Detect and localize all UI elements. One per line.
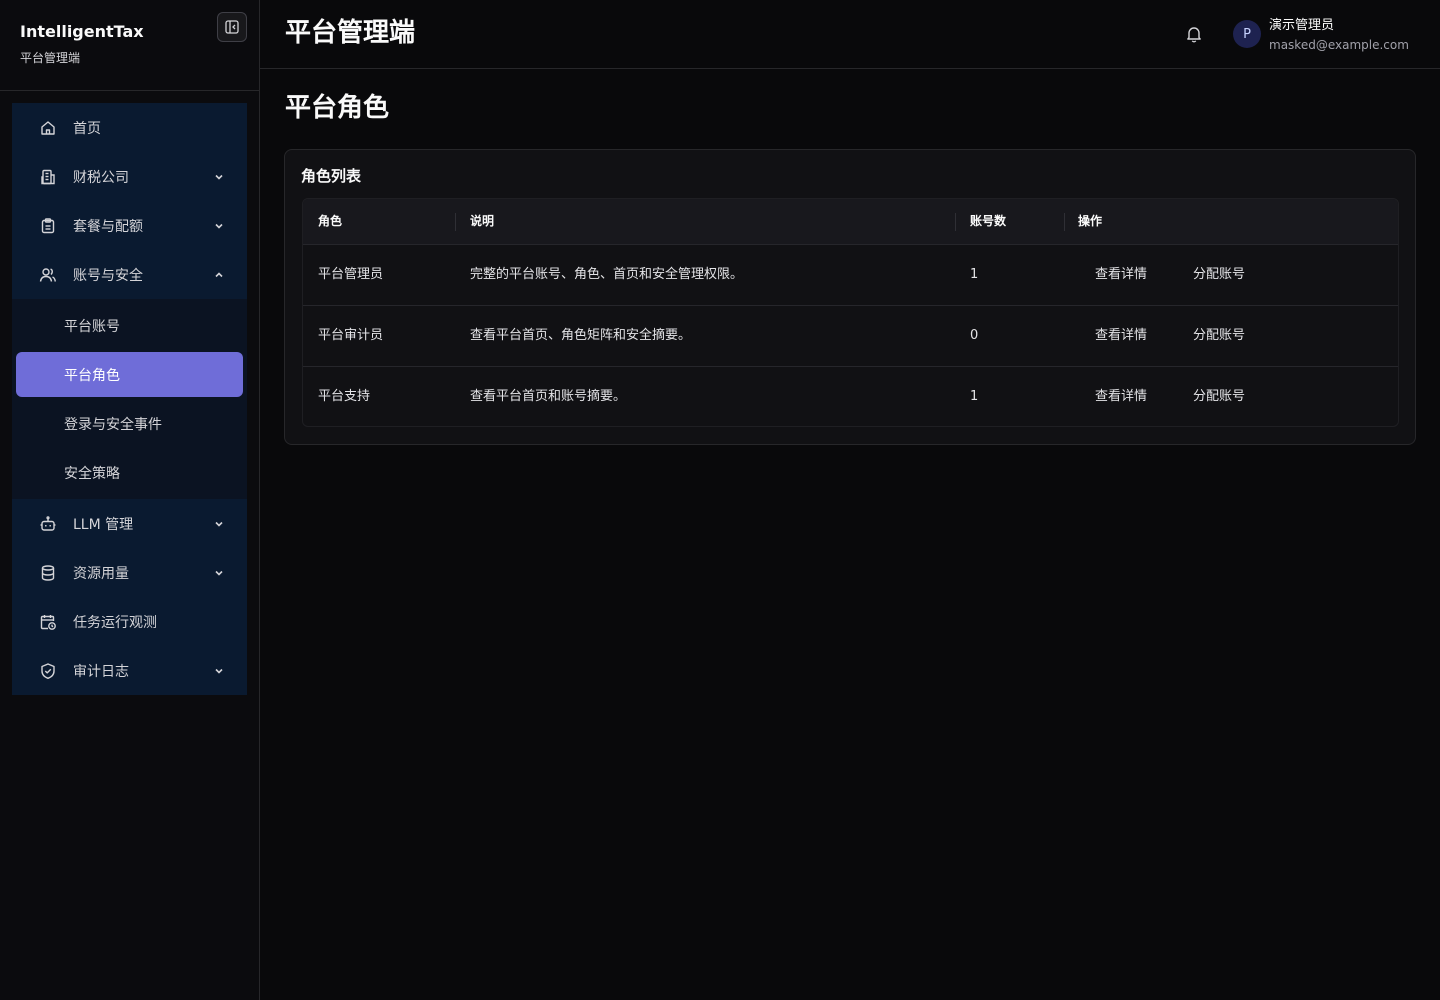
roles-table: 角色 说明 账号数 操作 平台管理员 完整的平台账号、角色、首页和安全管理权限。… [302,198,1399,427]
shield-check-icon [39,662,57,680]
column-header-role: 角色 [318,214,343,228]
sidebar-item-label: 资源用量 [73,565,129,582]
avatar[interactable]: P [1233,20,1261,48]
building-icon [39,168,57,186]
bot-icon [39,515,57,533]
chevron-down-icon [213,518,225,530]
column-header-account-count: 账号数 [970,214,1007,228]
sidebar-item-label: 首页 [73,120,101,137]
role-name: 平台管理员 [318,267,384,282]
users-icon [39,266,57,284]
sidebar-item-audit-log[interactable]: 审计日志 [12,646,247,695]
table-row: 平台支持 查看平台首页和账号摘要。 1 查看详情 分配账号 [303,367,1398,426]
user-name: 演示管理员 [1269,18,1335,33]
card-title: 角色列表 [301,167,362,185]
chevron-down-icon [213,665,225,677]
column-divider [455,213,456,231]
header-title: 平台管理端 [285,18,416,48]
sidebar-item-label: LLM 管理 [73,516,134,533]
brand: IntelligentTax 平台管理端 [20,22,144,66]
account-count: 1 [970,389,979,404]
chevron-up-icon [213,269,225,281]
sidebar-item-llm-management[interactable]: LLM 管理 [12,499,247,548]
assign-accounts-button[interactable]: 分配账号 [1193,327,1245,345]
assign-accounts-button[interactable]: 分配账号 [1193,266,1245,284]
sidebar-item-label: 审计日志 [73,663,129,680]
column-header-description: 说明 [470,214,495,228]
account-count: 1 [970,267,979,282]
role-description: 完整的平台账号、角色、首页和安全管理权限。 [470,267,744,282]
sidebar-item-plans-quotas[interactable]: 套餐与配额 [12,201,247,250]
sidebar-subitem-login-security-events[interactable]: 登录与安全事件 [16,401,243,446]
sidebar-item-label: 任务运行观测 [73,614,157,631]
role-name: 平台支持 [318,389,371,404]
bell-icon[interactable] [1184,24,1204,44]
column-header-actions: 操作 [1078,214,1103,228]
table-header: 角色 说明 账号数 操作 [303,199,1398,245]
sidebar-subitem-platform-accounts[interactable]: 平台账号 [16,303,243,348]
brand-subtitle: 平台管理端 [20,51,81,65]
database-icon [39,564,57,582]
sidebar-item-label: 账号与安全 [73,267,143,284]
sidebar-subitem-platform-roles[interactable]: 平台角色 [16,352,243,397]
sidebar-collapse-button[interactable] [217,12,247,42]
top-header: 平台管理端 P 演示管理员 masked@example.com [260,0,1440,69]
role-description: 查看平台首页、角色矩阵和安全摘要。 [470,328,692,343]
view-details-button[interactable]: 查看详情 [1095,327,1147,345]
role-description: 查看平台首页和账号摘要。 [470,389,627,404]
user-email: masked@example.com [1269,38,1409,52]
sidebar-item-label: 套餐与配额 [73,218,143,235]
column-divider [1064,213,1065,231]
sidebar-subnav-accounts-security: 平台账号 平台角色 登录与安全事件 安全策略 [12,299,247,499]
brand-name: IntelligentTax [20,22,144,41]
chevron-down-icon [213,567,225,579]
assign-accounts-button[interactable]: 分配账号 [1193,388,1245,406]
sidebar: IntelligentTax 平台管理端 首页 财税公司 套餐与配额 账号与安全… [0,0,260,1000]
sidebar-item-accounts-security[interactable]: 账号与安全 [12,250,247,299]
home-icon [39,119,57,137]
sidebar-nav: 首页 财税公司 套餐与配额 账号与安全 平台账号 平台角色 登录与安全事件 安全… [12,103,247,695]
account-count: 0 [970,328,979,343]
sidebar-subitem-security-policy[interactable]: 安全策略 [16,450,243,495]
sidebar-item-finance-companies[interactable]: 财税公司 [12,152,247,201]
sidebar-item-home[interactable]: 首页 [12,103,247,152]
chevron-down-icon [213,171,225,183]
roles-card: 角色列表 角色 说明 账号数 操作 平台管理员 完整的平台账号、角色、首页和安全… [284,149,1416,445]
panel-left-icon [225,20,239,34]
table-row: 平台审计员 查看平台首页、角色矩阵和安全摘要。 0 查看详情 分配账号 [303,306,1398,367]
table-row: 平台管理员 完整的平台账号、角色、首页和安全管理权限。 1 查看详情 分配账号 [303,245,1398,306]
sidebar-divider [0,90,259,91]
role-name: 平台审计员 [318,328,384,343]
view-details-button[interactable]: 查看详情 [1095,388,1147,406]
clipboard-icon [39,217,57,235]
sidebar-item-resource-usage[interactable]: 资源用量 [12,548,247,597]
sidebar-item-label: 财税公司 [73,169,129,186]
view-details-button[interactable]: 查看详情 [1095,266,1147,284]
column-divider [955,213,956,231]
page-title: 平台角色 [285,93,390,123]
calendar-clock-icon [39,613,57,631]
sidebar-item-task-observability[interactable]: 任务运行观测 [12,597,247,646]
chevron-down-icon [213,220,225,232]
